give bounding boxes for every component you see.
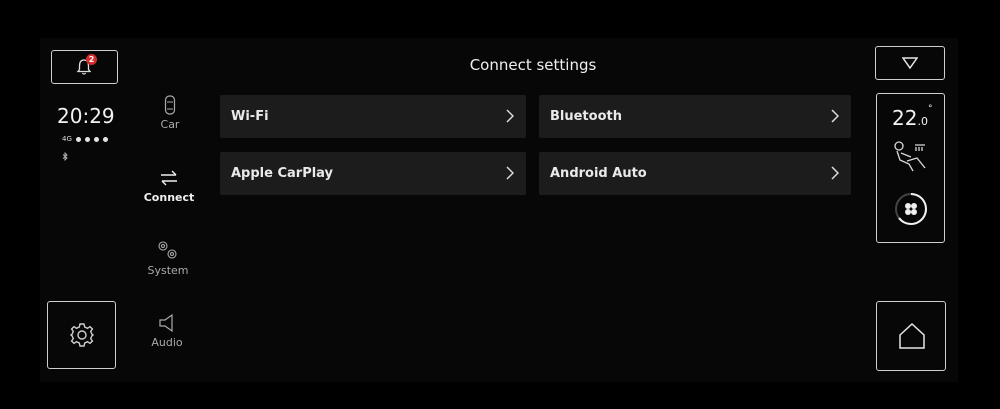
signal-dot: [93, 136, 99, 142]
temperature-whole: 22: [892, 106, 918, 130]
tile-label: Android Auto: [550, 166, 647, 181]
nav-item-car[interactable]: Car: [130, 95, 210, 131]
nav-label-car: Car: [160, 118, 180, 131]
temperature-decimal: .0: [917, 115, 928, 128]
nav-item-connect[interactable]: Connect: [129, 168, 209, 204]
tile-android-auto[interactable]: Android Auto: [539, 152, 851, 195]
chevron-right-icon: [506, 166, 514, 180]
network-type: 4G: [62, 135, 72, 143]
nav-label-audio: Audio: [151, 336, 183, 349]
seat-heat-icon[interactable]: [891, 140, 929, 174]
swap-arrows-icon: [161, 170, 177, 186]
car-icon: [164, 95, 176, 115]
tile-apple-carplay[interactable]: Apple CarPlay: [220, 152, 526, 195]
signal-dot: [75, 136, 81, 142]
settings-button[interactable]: [47, 301, 116, 369]
clock: 20:29: [57, 104, 115, 128]
signal-dot: [102, 136, 108, 142]
nav-item-audio[interactable]: Audio: [127, 313, 207, 349]
gears-icon: [158, 241, 177, 259]
temperature-unit: °: [927, 104, 933, 114]
dropdown-button[interactable]: [875, 46, 945, 80]
page-title: Connect settings: [469, 56, 597, 74]
speaker-icon: [159, 313, 173, 333]
nav-label-connect: Connect: [143, 191, 195, 204]
chevron-right-icon: [831, 109, 839, 123]
nav-label-system: System: [147, 264, 189, 277]
chevron-right-icon: [506, 109, 514, 123]
tile-label: Bluetooth: [550, 109, 622, 124]
gear-icon: [69, 323, 95, 347]
notification-button[interactable]: 2: [51, 50, 118, 84]
chevron-right-icon: [831, 166, 839, 180]
climate-panel[interactable]: 22.0°: [876, 93, 945, 243]
fan-icon[interactable]: [893, 191, 929, 227]
tile-label: Apple CarPlay: [231, 166, 334, 181]
tile-bluetooth[interactable]: Bluetooth: [539, 95, 851, 138]
signal-indicator: 4G: [62, 135, 108, 143]
home-button[interactable]: [876, 301, 946, 371]
tile-label: Wi-Fi: [231, 109, 269, 124]
notification-badge: 2: [86, 54, 97, 65]
tile-wifi[interactable]: Wi-Fi: [220, 95, 526, 138]
triangle-down-icon: [902, 57, 918, 69]
temperature-readout: 22.0°: [892, 104, 933, 130]
nav-item-system[interactable]: System: [128, 239, 208, 277]
signal-dot: [84, 136, 90, 142]
bluetooth-status-icon: [62, 151, 68, 164]
home-icon: [899, 322, 925, 349]
